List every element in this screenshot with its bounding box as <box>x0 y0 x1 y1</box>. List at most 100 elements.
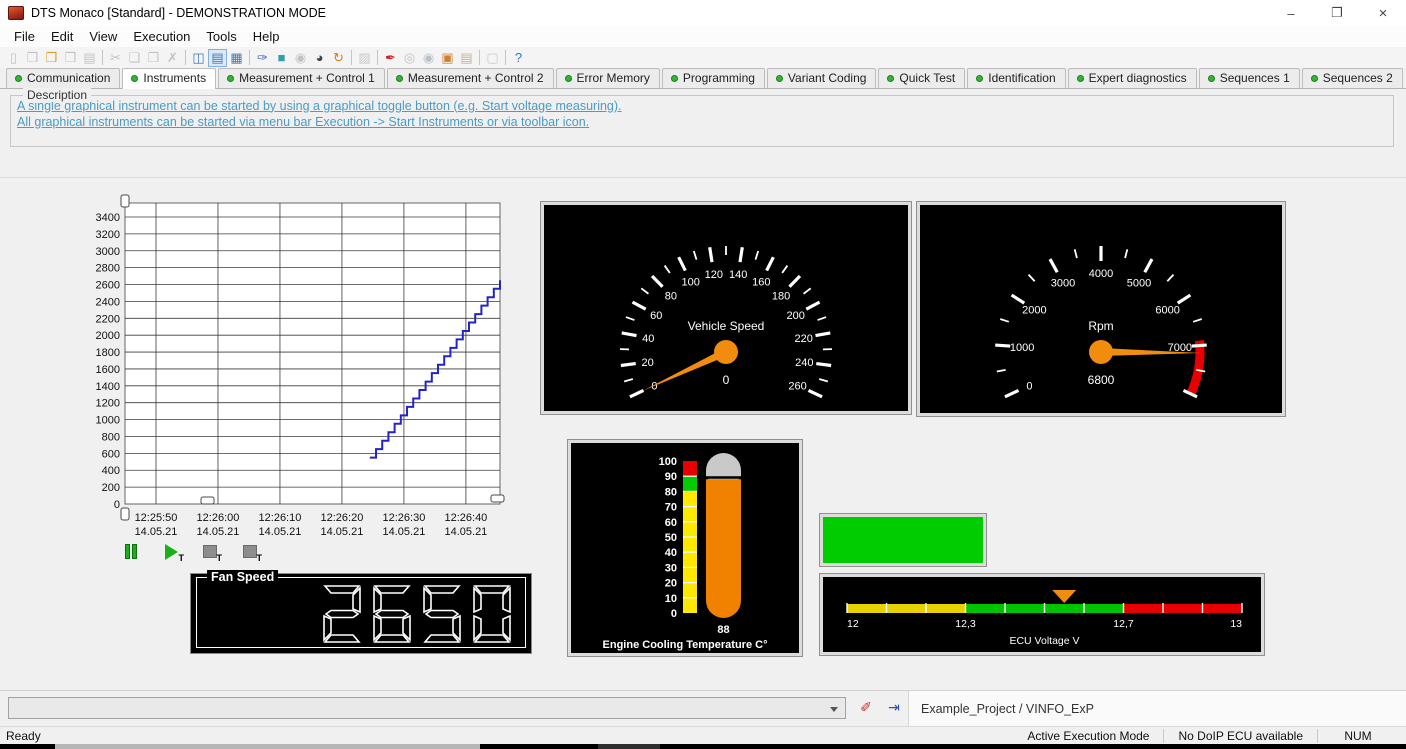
tab-label: Expert diagnostics <box>1089 71 1187 85</box>
voltage-tick-label: 13 <box>1230 618 1242 630</box>
command-combo-box[interactable] <box>8 697 846 719</box>
cut-icon[interactable]: ✂ <box>106 49 125 67</box>
ecu-docs-icon[interactable]: ▣ <box>438 49 457 67</box>
description-groupbox: Description A single graphical instrumen… <box>10 95 1394 147</box>
close-button[interactable]: × <box>1360 0 1406 26</box>
y-axis-tick-label: 2400 <box>96 296 120 308</box>
chart-scroll-handle-right[interactable] <box>491 495 504 502</box>
chart-toggle-button-2[interactable]: T <box>243 543 261 560</box>
menu-help[interactable]: Help <box>245 27 288 46</box>
major-tick <box>630 390 644 396</box>
gauge-scale-label: 80 <box>665 290 677 302</box>
tab-communication[interactable]: Communication <box>6 68 120 88</box>
y-axis-tick-label: 2800 <box>96 263 120 275</box>
tab-sequences-1[interactable]: Sequences 1 <box>1199 68 1300 88</box>
thermo-tick-label: 40 <box>665 547 677 559</box>
screenshot-icon[interactable]: ▨ <box>355 49 374 67</box>
layout-columns-icon[interactable]: ◫ <box>189 49 208 67</box>
description-link-2[interactable]: All graphical instruments can be started… <box>17 115 1389 129</box>
tab-label: Instruments <box>143 71 206 85</box>
tab-instruments[interactable]: Instruments <box>122 68 216 89</box>
tab-programming[interactable]: Programming <box>662 68 765 88</box>
minimize-button[interactable]: – <box>1268 0 1314 26</box>
minor-tick <box>997 370 1006 372</box>
window-extra-icon[interactable]: ▢ <box>483 49 502 67</box>
copy-icon[interactable]: ❏ <box>125 49 144 67</box>
chart-zoom-handle-bottom-left[interactable] <box>121 508 129 520</box>
description-link-1[interactable]: A single graphical instrument can be sta… <box>17 99 1389 113</box>
chevron-down-icon[interactable] <box>830 707 838 712</box>
status-doip: No DoIP ECU available <box>1170 729 1311 743</box>
tab-variant-coding[interactable]: Variant Coding <box>767 68 877 88</box>
delete-icon[interactable]: ✗ <box>163 49 182 67</box>
help-icon[interactable]: ? <box>509 49 528 67</box>
chart-zoom-handle-top[interactable] <box>121 195 129 207</box>
open-workspace-icon[interactable]: ❒ <box>61 49 80 67</box>
toolbar-separator <box>351 50 352 65</box>
tab-quick-test[interactable]: Quick Test <box>878 68 965 88</box>
major-tick <box>1192 345 1207 346</box>
hotscript-pen-icon[interactable]: ✐ <box>856 697 876 717</box>
stop-instruments-icon[interactable]: ■ <box>272 49 291 67</box>
chart-pause-button[interactable] <box>125 543 143 560</box>
major-tick <box>995 345 1010 346</box>
menu-edit[interactable]: Edit <box>43 27 81 46</box>
flash-pen-icon[interactable]: ✒ <box>381 49 400 67</box>
major-tick <box>767 257 774 270</box>
x-axis-time-label: 12:26:10 <box>259 512 302 524</box>
minor-tick <box>665 266 670 273</box>
menu-execution[interactable]: Execution <box>125 27 198 46</box>
tab-bar: Communication Instruments Measurement + Co… <box>0 68 1406 89</box>
report-icon[interactable]: ▤ <box>457 49 476 67</box>
layout-rows-icon[interactable]: ▤ <box>208 49 227 67</box>
tab-expert-diagnostics[interactable]: Expert diagnostics <box>1068 68 1197 88</box>
tab-sequences-2[interactable]: Sequences 2 <box>1302 68 1403 88</box>
tab-status-dot <box>396 75 403 82</box>
paste-icon[interactable]: ❐ <box>144 49 163 67</box>
gauge-scale-label: 0 <box>1026 380 1032 392</box>
open-file-icon[interactable]: ❒ <box>23 49 42 67</box>
search-ecu-icon[interactable]: ◎ <box>400 49 419 67</box>
network-globe-icon[interactable]: ◕ <box>310 49 329 67</box>
pause-bar-icon <box>125 544 130 559</box>
tab-measurement-control-1[interactable]: Measurement + Control 1 <box>218 68 385 88</box>
gauge-scale-label: 100 <box>682 276 700 288</box>
chart-start-button[interactable]: T <box>165 543 183 560</box>
start-instruments-icon[interactable]: ✑ <box>253 49 272 67</box>
layout-grid-icon[interactable]: ▦ <box>227 49 246 67</box>
toolbar-separator <box>377 50 378 65</box>
x-axis-time-label: 12:25:50 <box>135 512 178 524</box>
taskbar-edge-segment <box>55 744 480 749</box>
vehicle-speed-gauge: 020406080100120140160180200220240260Vehi… <box>544 205 908 411</box>
save-icon[interactable]: ▤ <box>80 49 99 67</box>
menu-file[interactable]: File <box>6 27 43 46</box>
search-variant-icon[interactable]: ◉ <box>419 49 438 67</box>
chart-toggle-button-1[interactable]: T <box>203 543 221 560</box>
major-tick <box>710 247 712 262</box>
menu-view[interactable]: View <box>81 27 125 46</box>
reload-icon[interactable]: ↻ <box>329 49 348 67</box>
tab-error-memory[interactable]: Error Memory <box>556 68 660 88</box>
tab-measurement-control-2[interactable]: Measurement + Control 2 <box>387 68 554 88</box>
taskbar-edge <box>0 744 1406 749</box>
minor-tick <box>1167 275 1173 282</box>
measurement-line-chart: 0200400600800100012001400160018002000220… <box>85 193 515 545</box>
taskbar-edge-segment <box>598 744 660 749</box>
minor-tick <box>782 266 787 273</box>
app-window: DTS Monaco [Standard] - DEMONSTRATION MO… <box>0 0 1406 749</box>
open-project-icon[interactable]: ❒ <box>42 49 61 67</box>
pause-execution-icon[interactable]: ◉ <box>291 49 310 67</box>
tab-status-dot <box>887 75 894 82</box>
new-file-icon[interactable]: ▯ <box>4 49 23 67</box>
open-channel-icon[interactable]: ⇥ <box>884 697 904 717</box>
y-axis-tick-label: 2600 <box>96 280 120 292</box>
chart-scroll-handle-left[interactable] <box>201 497 214 504</box>
x-axis-date-label: 14.05.21 <box>259 526 302 538</box>
x-axis-time-label: 12:26:20 <box>321 512 364 524</box>
tab-identification[interactable]: Identification <box>967 68 1065 88</box>
menu-tools[interactable]: Tools <box>198 27 244 46</box>
y-axis-tick-label: 1400 <box>96 381 120 393</box>
restore-button[interactable]: ❐ <box>1314 0 1360 26</box>
tab-status-dot <box>1208 75 1215 82</box>
major-tick <box>1178 295 1191 303</box>
